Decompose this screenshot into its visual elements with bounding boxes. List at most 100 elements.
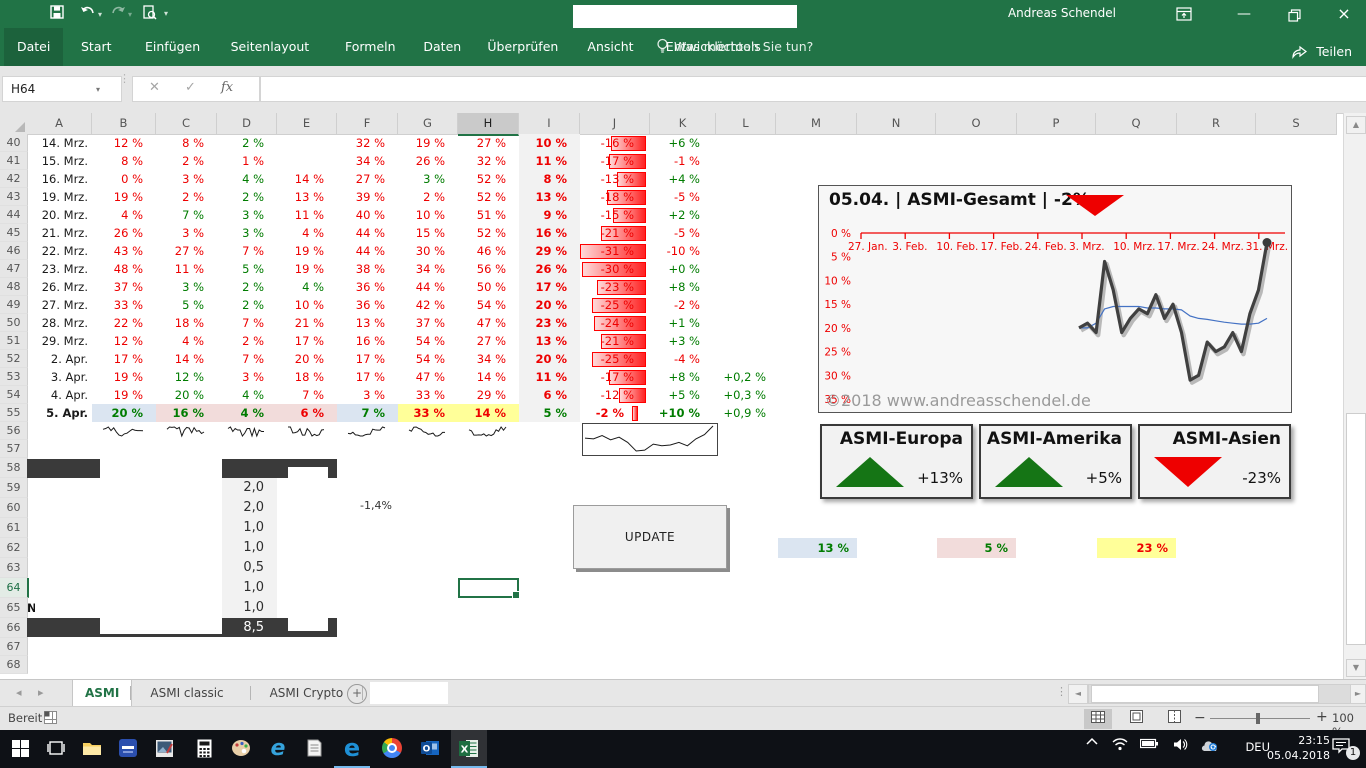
grid-cell-L55[interactable]: +0,9 %: [716, 404, 766, 422]
column-header-S[interactable]: S: [1256, 113, 1337, 135]
grid-cell-E43[interactable]: 13 %: [277, 188, 324, 206]
weight-cell-63[interactable]: 0,5: [218, 558, 264, 578]
grid-cell-G55[interactable]: 33 %: [398, 404, 458, 422]
row-header-60[interactable]: 60: [0, 498, 28, 518]
grid-cell-H48[interactable]: 50 %: [458, 278, 506, 296]
grid-cell-I46[interactable]: 29 %: [519, 242, 567, 260]
grid-cell-B46[interactable]: 43 %: [92, 242, 143, 260]
notepad-icon[interactable]: [296, 730, 332, 766]
scroll-right-icon[interactable]: ►: [1350, 684, 1366, 704]
column-header-Q[interactable]: Q: [1096, 113, 1177, 135]
grid-cell-J50[interactable]: -24 %: [580, 314, 646, 332]
grid-cell-F49[interactable]: 36 %: [337, 296, 385, 314]
grid-cell-B55[interactable]: 20 %: [92, 404, 156, 422]
row-header-43[interactable]: 43: [0, 188, 28, 206]
vertical-scroll-thumb[interactable]: [1346, 413, 1366, 645]
sheet-tab-asmi[interactable]: ASMI: [72, 680, 132, 708]
grid-cell-H55[interactable]: 14 %: [458, 404, 519, 422]
grid-cell-H50[interactable]: 47 %: [458, 314, 506, 332]
grid-cell-E46[interactable]: 19 %: [277, 242, 324, 260]
row-header-52[interactable]: 52: [0, 350, 28, 368]
grid-cell-L54[interactable]: +0,3 %: [716, 386, 766, 404]
grid-cell-G48[interactable]: 44 %: [398, 278, 445, 296]
print-preview-icon[interactable]: [142, 5, 157, 26]
excel-icon[interactable]: X: [451, 730, 487, 768]
ribbon-tab-datei[interactable]: Datei: [4, 28, 63, 66]
grid-cell-C51[interactable]: 4 %: [156, 332, 204, 350]
grid-cell-H41[interactable]: 32 %: [458, 152, 506, 170]
grid-cell-H42[interactable]: 52 %: [458, 170, 506, 188]
grid-cell-F41[interactable]: 34 %: [337, 152, 385, 170]
column-header-N[interactable]: N: [857, 113, 936, 135]
grid-cell-J41[interactable]: -17 %: [580, 152, 646, 170]
normal-view-icon[interactable]: [1084, 709, 1112, 729]
grid-cell-A42[interactable]: 16. Mrz.: [27, 170, 88, 188]
row-header-68[interactable]: 68: [0, 656, 28, 674]
index-summary-cell-asmi-asien[interactable]: 23 %: [1097, 538, 1176, 558]
tab-scroll-right-icon[interactable]: ▸: [38, 686, 44, 699]
grid-cell-E44[interactable]: 11 %: [277, 206, 324, 224]
grid-cell-H45[interactable]: 52 %: [458, 224, 506, 242]
sheet-tab-redacted[interactable]: [370, 682, 448, 704]
weight-cell-60[interactable]: 2,0: [218, 498, 264, 518]
row-header-57[interactable]: 57: [0, 440, 28, 458]
grid-cell-K54[interactable]: +5 %: [650, 386, 700, 404]
grid-cell-G53[interactable]: 47 %: [398, 368, 445, 386]
grid-cell-I53[interactable]: 11 %: [519, 368, 567, 386]
grid-cell-F50[interactable]: 13 %: [337, 314, 385, 332]
grid-cell-D47[interactable]: 5 %: [217, 260, 264, 278]
grid-cell-B49[interactable]: 33 %: [92, 296, 143, 314]
grid-cell-B53[interactable]: 19 %: [92, 368, 143, 386]
grid-cell-J45[interactable]: -21 %: [580, 224, 646, 242]
ribbon-tab-formeln[interactable]: Formeln: [332, 28, 409, 66]
grid-cell-B45[interactable]: 26 %: [92, 224, 143, 242]
task-view-button[interactable]: [38, 730, 74, 766]
grid-cell-K52[interactable]: -4 %: [650, 350, 700, 368]
grid-cell-F53[interactable]: 17 %: [337, 368, 385, 386]
grid-cell-C48[interactable]: 3 %: [156, 278, 204, 296]
name-box-dropdown-icon[interactable]: ▾: [96, 85, 100, 94]
grid-cell-K49[interactable]: -2 %: [650, 296, 700, 314]
row-header-46[interactable]: 46: [0, 242, 28, 260]
horizontal-scrollbar[interactable]: [1088, 684, 1352, 704]
grid-cell-B40[interactable]: 12 %: [92, 134, 143, 152]
formula-input[interactable]: [260, 76, 1366, 102]
scroll-down-icon[interactable]: ▼: [1346, 659, 1366, 677]
grid-cell-J40[interactable]: -16 %: [580, 134, 646, 152]
update-button[interactable]: UPDATE: [573, 505, 727, 569]
grid-cell-K53[interactable]: +8 %: [650, 368, 700, 386]
ribbon-tab-daten[interactable]: Daten: [410, 28, 474, 66]
formula-bar-separator[interactable]: ⋮: [119, 72, 130, 85]
grid-cell-I40[interactable]: 10 %: [519, 134, 567, 152]
grid-cell-K40[interactable]: +6 %: [650, 134, 700, 152]
select-all-corner[interactable]: [0, 113, 28, 135]
redo-dropdown-icon[interactable]: ▾: [128, 10, 132, 19]
index-summary-cell-asmi-amerika[interactable]: 5 %: [937, 538, 1016, 558]
new-sheet-button[interactable]: +: [347, 684, 367, 704]
grid-cell-C44[interactable]: 7 %: [156, 206, 204, 224]
wifi-icon[interactable]: [1112, 738, 1128, 754]
row-header-41[interactable]: 41: [0, 152, 28, 170]
grid-cell-K45[interactable]: -5 %: [650, 224, 700, 242]
grid-cell-B50[interactable]: 22 %: [92, 314, 143, 332]
column-header-I[interactable]: I: [519, 113, 580, 135]
paint-icon[interactable]: [223, 730, 259, 766]
column-header-B[interactable]: B: [92, 113, 156, 135]
grid-cell-B42[interactable]: 0 %: [92, 170, 143, 188]
ribbon-tab-seitenlayout[interactable]: Seitenlayout: [218, 28, 323, 66]
weight-cell-65[interactable]: 1,0: [218, 598, 264, 618]
grid-cell-D49[interactable]: 2 %: [217, 296, 264, 314]
weight-cell-62[interactable]: 1,0: [218, 538, 264, 558]
fill-handle[interactable]: [512, 591, 520, 599]
tab-scroll-left-icon[interactable]: ◂: [16, 686, 22, 699]
photos-app-icon[interactable]: [146, 730, 182, 766]
selected-cell-H64[interactable]: [458, 578, 519, 598]
grid-cell-D48[interactable]: 2 %: [217, 278, 264, 296]
grid-cell-I42[interactable]: 8 %: [519, 170, 567, 188]
customize-qat-icon[interactable]: ▾: [164, 9, 168, 18]
name-box[interactable]: H64: [2, 76, 122, 102]
grid-cell-F40[interactable]: 32 %: [337, 134, 385, 152]
grid-cell-G54[interactable]: 33 %: [398, 386, 445, 404]
grid-cell-I47[interactable]: 26 %: [519, 260, 567, 278]
grid-cell-G52[interactable]: 54 %: [398, 350, 445, 368]
